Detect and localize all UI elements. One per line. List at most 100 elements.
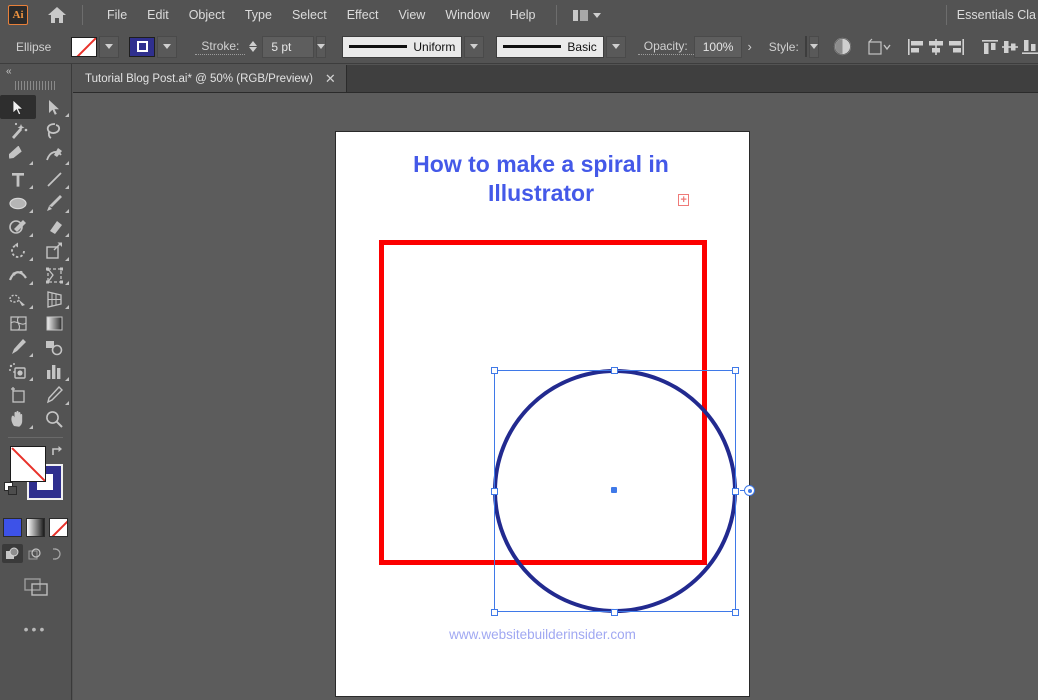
- stroke-swatch[interactable]: [129, 37, 155, 57]
- shape-builder-tool[interactable]: [0, 287, 36, 311]
- menu-item-view[interactable]: View: [388, 4, 435, 26]
- bbox-handle-top-left[interactable]: [491, 367, 498, 374]
- opacity-label[interactable]: Opacity:: [638, 39, 694, 55]
- artboard-title-text[interactable]: How to make a spiral in Illustrator: [376, 150, 706, 209]
- gradient-button[interactable]: [26, 518, 45, 537]
- home-icon[interactable]: [42, 2, 72, 28]
- change-screen-mode-button[interactable]: [0, 575, 71, 599]
- overset-text-icon[interactable]: +: [678, 194, 689, 206]
- width-profile-select[interactable]: Uniform: [342, 36, 462, 58]
- swap-fill-stroke-icon[interactable]: [49, 444, 65, 460]
- stroke-weight-dropdown-button[interactable]: [316, 36, 326, 58]
- menu-item-window[interactable]: Window: [435, 4, 499, 26]
- workspace-switcher[interactable]: Essentials Cla: [936, 5, 1038, 25]
- line-segment-tool[interactable]: [36, 167, 72, 191]
- flyout-indicator-icon: [65, 185, 69, 189]
- magic-wand-tool[interactable]: [0, 119, 36, 143]
- bbox-handle-bottom-left[interactable]: [491, 609, 498, 616]
- stroke-weight-stepper[interactable]: [249, 41, 257, 52]
- stroke-weight-input[interactable]: 5 pt: [262, 36, 314, 58]
- stroke-dropdown-button[interactable]: [157, 36, 177, 58]
- fill-swatch[interactable]: [71, 37, 97, 57]
- artboard-footer-url[interactable]: www.websitebuilderinsider.com: [336, 627, 749, 642]
- gradient-tool[interactable]: [36, 311, 72, 335]
- close-icon[interactable]: ✕: [325, 72, 336, 85]
- rotate-tool[interactable]: [0, 239, 36, 263]
- selection-tool[interactable]: [0, 95, 36, 119]
- graphic-style-dropdown-button[interactable]: [809, 36, 819, 58]
- free-transform-tool[interactable]: [36, 263, 72, 287]
- mesh-tool[interactable]: [0, 311, 36, 335]
- symbol-sprayer-tool[interactable]: [0, 359, 36, 383]
- brush-definition-dropdown-button[interactable]: [606, 36, 626, 58]
- ellipse-tool[interactable]: [0, 191, 36, 215]
- color-button[interactable]: [3, 518, 22, 537]
- align-top-icon[interactable]: [980, 35, 1000, 59]
- transform-icon[interactable]: [866, 35, 892, 59]
- edit-toolbar-button[interactable]: •••: [0, 621, 71, 637]
- bbox-handle-bottom-right[interactable]: [732, 609, 739, 616]
- lasso-tool[interactable]: [36, 119, 72, 143]
- zoom-tool[interactable]: [36, 407, 72, 431]
- fill-dropdown-button[interactable]: [99, 36, 119, 58]
- opacity-expand-icon[interactable]: ›: [742, 39, 756, 54]
- menu-item-help[interactable]: Help: [500, 4, 546, 26]
- width-profile-dropdown-button[interactable]: [464, 36, 484, 58]
- tools-panel-collapse[interactable]: «: [0, 64, 71, 78]
- draw-behind-button[interactable]: [25, 544, 46, 563]
- menu-item-select[interactable]: Select: [282, 4, 337, 26]
- none-button[interactable]: [49, 518, 68, 537]
- draw-normal-button[interactable]: [2, 544, 23, 563]
- default-fill-stroke-icon[interactable]: [4, 482, 18, 496]
- tools-panel-grip[interactable]: [15, 81, 57, 90]
- align-bottom-icon[interactable]: [1020, 35, 1038, 59]
- menu-bar: Ai File Edit Object Type Select Effect V…: [0, 0, 1038, 30]
- hand-tool[interactable]: [0, 407, 36, 431]
- workspace-label[interactable]: Essentials Cla: [957, 8, 1038, 22]
- canvas-area[interactable]: How to make a spiral in Illustrator + ww…: [73, 93, 1038, 700]
- bbox-handle-middle-left[interactable]: [491, 488, 498, 495]
- artboard-tool[interactable]: [0, 383, 36, 407]
- align-right-icon[interactable]: [946, 35, 966, 59]
- bbox-handle-top-center[interactable]: [611, 367, 618, 374]
- align-left-icon[interactable]: [906, 35, 926, 59]
- slice-tool[interactable]: [36, 383, 72, 407]
- chevron-down-icon: [470, 44, 478, 49]
- type-tool[interactable]: [0, 167, 36, 191]
- opacity-mask-icon[interactable]: [833, 35, 852, 59]
- bbox-handle-middle-right[interactable]: [732, 488, 739, 495]
- bbox-handle-bottom-center[interactable]: [611, 609, 618, 616]
- pen-tool[interactable]: [0, 143, 36, 167]
- align-horizontal-center-icon[interactable]: [926, 35, 946, 59]
- shaper-tool[interactable]: [0, 215, 36, 239]
- blend-tool[interactable]: [36, 335, 72, 359]
- column-graph-tool[interactable]: [36, 359, 72, 383]
- menu-item-type[interactable]: Type: [235, 4, 282, 26]
- curvature-tool[interactable]: [36, 143, 72, 167]
- selected-object-type: Ellipse: [10, 40, 57, 54]
- document-tab[interactable]: Tutorial Blog Post.ai* @ 50% (RGB/Previe…: [73, 65, 347, 92]
- perspective-grid-tool[interactable]: [36, 287, 72, 311]
- fill-color-swatch[interactable]: [10, 446, 46, 482]
- align-vertical-center-icon[interactable]: [1000, 35, 1020, 59]
- eyedropper-tool[interactable]: [0, 335, 36, 359]
- scale-tool[interactable]: [36, 239, 72, 263]
- menu-item-edit[interactable]: Edit: [137, 4, 179, 26]
- brush-definition-select[interactable]: Basic: [496, 36, 603, 58]
- graphic-style-swatch[interactable]: [805, 36, 807, 57]
- pie-angle-widget[interactable]: [744, 485, 755, 496]
- width-tool[interactable]: [0, 263, 36, 287]
- draw-inside-button[interactable]: [48, 544, 69, 563]
- opacity-input[interactable]: 100%: [694, 36, 743, 58]
- menu-item-file[interactable]: File: [97, 4, 137, 26]
- flyout-indicator-icon: [65, 209, 69, 213]
- menu-item-effect[interactable]: Effect: [337, 4, 389, 26]
- paintbrush-tool[interactable]: [36, 191, 72, 215]
- direct-selection-tool[interactable]: [36, 95, 72, 119]
- eraser-tool[interactable]: [36, 215, 72, 239]
- stroke-weight-label[interactable]: Stroke:: [195, 39, 245, 55]
- menu-item-object[interactable]: Object: [179, 4, 235, 26]
- bbox-handle-top-right[interactable]: [732, 367, 739, 374]
- document-tab-title: Tutorial Blog Post.ai* @ 50% (RGB/Previe…: [85, 73, 313, 85]
- arrange-documents-icon[interactable]: [567, 7, 607, 24]
